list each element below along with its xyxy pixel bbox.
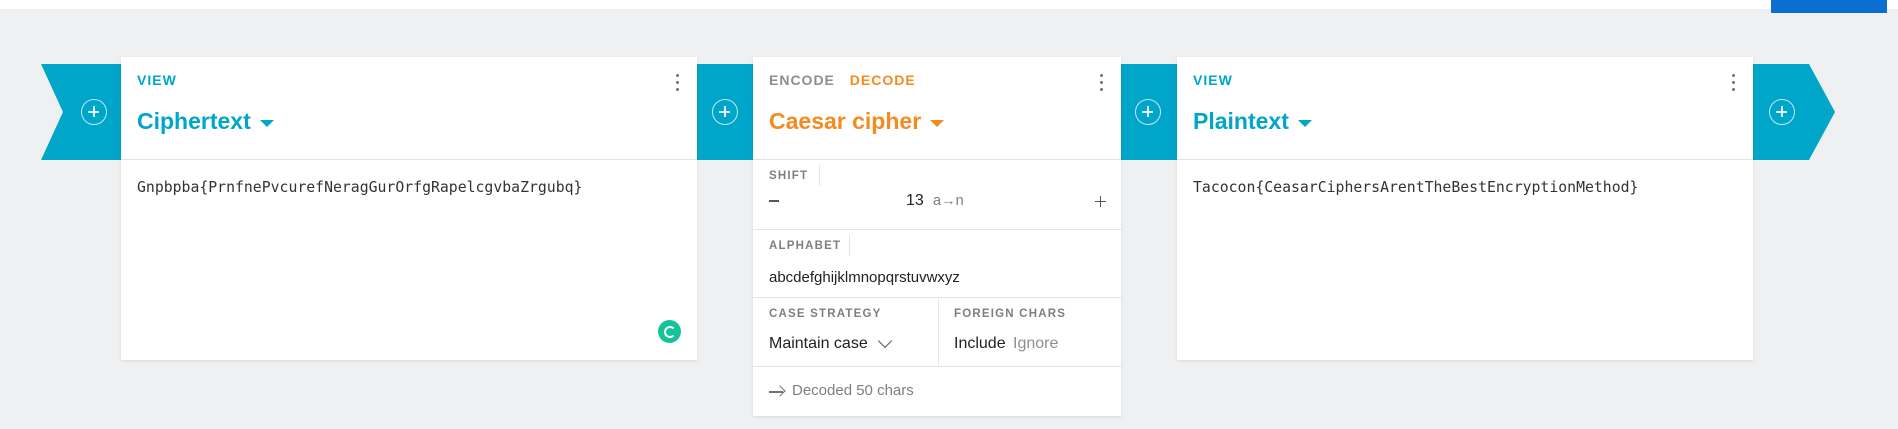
- view-mode-label[interactable]: VIEW: [1193, 72, 1233, 88]
- ciphertext-title-dropdown[interactable]: Ciphertext: [137, 108, 274, 135]
- status-bar: Decoded 50 chars: [753, 367, 1121, 417]
- ciphertext-title: Ciphertext: [137, 108, 251, 134]
- alphabet-input[interactable]: abcdefghijklmnopqrstuvwxyz: [769, 269, 960, 286]
- label-divider: [819, 165, 820, 186]
- more-vertical-icon[interactable]: [1095, 73, 1109, 93]
- caret-down-icon: [1297, 119, 1312, 127]
- status-text: Decoded 50 chars: [792, 382, 914, 399]
- alphabet-setting: ALPHABET abcdefghijklmnopqrstuvwxyz: [753, 230, 1121, 298]
- add-brick-before-icon[interactable]: [81, 99, 107, 125]
- case-strategy-label: CASE STRATEGY: [769, 308, 882, 320]
- add-brick-after-icon[interactable]: [1769, 99, 1795, 125]
- shift-value[interactable]: 13: [906, 192, 924, 210]
- chevron-down-icon[interactable]: [877, 333, 893, 349]
- ciphertext-card: VIEW Ciphertext Gnpbpba{PrnfnePvcurefNer…: [121, 57, 697, 360]
- arrow-right-icon: [769, 386, 785, 398]
- decode-mode-tab[interactable]: DECODE: [850, 72, 916, 88]
- caret-down-icon: [930, 119, 945, 127]
- plaintext-header: VIEW Plaintext: [1177, 57, 1753, 160]
- shift-label: SHIFT: [769, 170, 809, 182]
- add-brick-between-1-icon[interactable]: [712, 99, 738, 125]
- caesar-cipher-card: ENCODE DECODE Caesar cipher SHIFT 13 a→n…: [753, 57, 1121, 416]
- add-brick-between-2-icon[interactable]: [1135, 99, 1161, 125]
- caret-down-icon: [259, 119, 274, 127]
- alphabet-label: ALPHABET: [769, 240, 842, 252]
- more-vertical-icon[interactable]: [1727, 73, 1741, 93]
- caesar-mode-switch: ENCODE DECODE: [769, 72, 926, 88]
- top-bar: [0, 0, 1898, 9]
- plaintext-title: Plaintext: [1193, 108, 1289, 134]
- case-foreign-settings: CASE STRATEGY Maintain case FOREIGN CHAR…: [753, 298, 1121, 367]
- ciphertext-header: VIEW Ciphertext: [121, 57, 697, 160]
- pipeline-ribbon-start: [41, 64, 121, 160]
- caesar-title: Caesar cipher: [769, 108, 922, 134]
- plaintext-editor[interactable]: Tacocon{CeasarCiphersArentTheBestEncrypt…: [1177, 160, 1753, 359]
- pipeline-ribbon-connector-2: [1121, 64, 1177, 160]
- pipeline-ribbon-end: [1753, 64, 1835, 160]
- ciphertext-mode: VIEW: [137, 72, 187, 88]
- view-mode-label[interactable]: VIEW: [137, 72, 177, 88]
- plaintext-title-dropdown[interactable]: Plaintext: [1193, 108, 1312, 135]
- case-strategy-select[interactable]: Maintain case: [769, 335, 868, 353]
- foreign-chars-label: FOREIGN CHARS: [954, 308, 1067, 320]
- shift-setting: SHIFT 13 a→n: [753, 160, 1121, 230]
- ciphertext-editor[interactable]: Gnpbpba{PrnfnePvcurefNeragGurOrfgRapelcg…: [121, 160, 697, 359]
- increment-shift-button[interactable]: [1095, 196, 1106, 207]
- decrement-shift-button[interactable]: [769, 200, 779, 202]
- more-vertical-icon[interactable]: [671, 73, 685, 93]
- plaintext-content[interactable]: Tacocon{CeasarCiphersArentTheBestEncrypt…: [1193, 179, 1638, 196]
- ciphertext-content[interactable]: Gnpbpba{PrnfnePvcurefNeragGurOrfgRapelcg…: [137, 179, 582, 196]
- column-divider: [938, 298, 939, 367]
- pipeline-ribbon-connector-1: [697, 64, 753, 160]
- grammarly-icon[interactable]: [658, 320, 681, 343]
- label-divider: [849, 235, 850, 256]
- shift-mapping: a→n: [933, 193, 964, 209]
- caesar-header: ENCODE DECODE Caesar cipher: [753, 57, 1121, 160]
- caesar-title-dropdown[interactable]: Caesar cipher: [769, 108, 945, 135]
- plaintext-card: VIEW Plaintext Tacocon{CeasarCiphersAren…: [1177, 57, 1753, 360]
- top-bar-accent-button[interactable]: [1771, 0, 1887, 13]
- foreign-include-option[interactable]: Include: [954, 335, 1006, 353]
- foreign-ignore-option[interactable]: Ignore: [1013, 335, 1058, 353]
- plaintext-mode: VIEW: [1193, 72, 1243, 88]
- encode-mode-tab[interactable]: ENCODE: [769, 72, 835, 88]
